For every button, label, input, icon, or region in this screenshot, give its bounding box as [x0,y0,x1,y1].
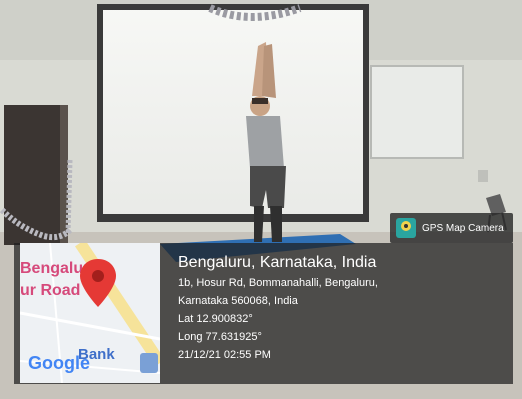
map-road-label: ur Road [20,282,80,299]
location-title: Bengaluru, Karnataka, India [178,254,377,271]
geotagged-photo: GPS Map Camera Bengaluru ur Road Bank Go… [0,0,522,399]
map-thumbnail: Bengaluru ur Road Bank Google [20,243,160,383]
gps-map-camera-badge: GPS Map Camera [390,213,513,243]
address-line-1: 1b, Hosur Rd, Bommanahalli, Bengaluru, [178,277,378,289]
google-logo: Google [28,353,90,373]
address-line-2: Karnataka 560068, India [178,295,298,307]
longitude: Long 77.631925° [178,331,262,343]
location-info: Bengaluru, Karnataka, India 1b, Hosur Rd… [178,252,503,364]
map-drawing: Bengaluru ur Road Bank Google [20,243,160,383]
badge-label: GPS Map Camera [422,222,504,234]
gps-map-camera-icon [396,218,416,238]
latitude: Lat 12.900832° [178,313,253,325]
timestamp: 21/12/21 02:55 PM [178,349,271,361]
